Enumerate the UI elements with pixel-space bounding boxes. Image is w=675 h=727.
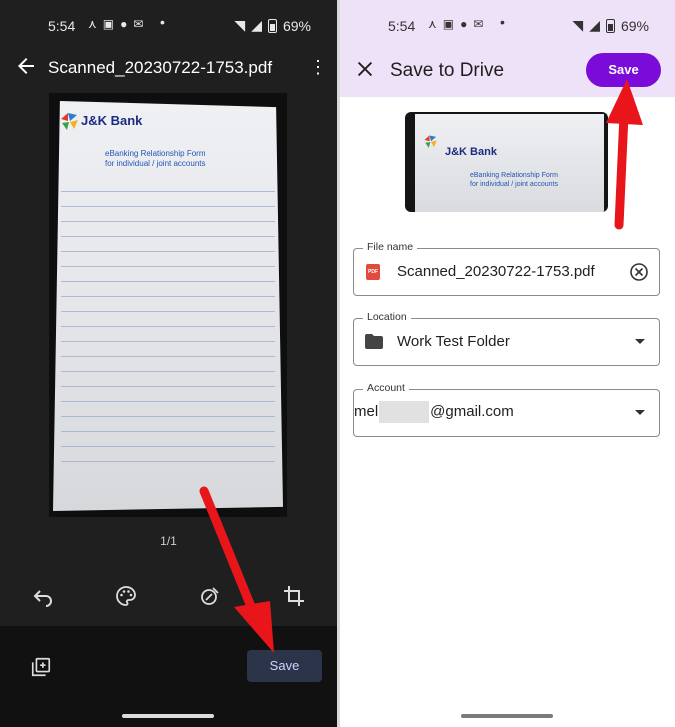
mail-icon: ✉ (133, 17, 144, 31)
bank-name: J&K Bank (81, 113, 143, 128)
back-arrow-icon[interactable] (14, 54, 38, 78)
app-notification-icon: ⋏ (88, 17, 97, 31)
scanner-preview-screen: 5:54 ⋏ ▣ ● ✉ • ◥ ◢ 69% Scanned_20230722-… (0, 0, 337, 727)
home-indicator[interactable] (461, 714, 553, 718)
file-name-field[interactable]: File name PDF Scanned_20230722-1753.pdf (353, 241, 660, 296)
battery-icon (605, 18, 615, 33)
top-app-bar: Scanned_20230722-1753.pdf ⋮ (0, 48, 337, 88)
system-icons: ◥ ◢ 69% (572, 17, 649, 34)
dialog-title: Save to Drive (390, 60, 505, 81)
signal-icon: ◢ (589, 17, 600, 33)
mail-icon: ✉ (473, 17, 484, 31)
save-to-drive-screen: 5:54 ⋏ ▣ ● ✉ • ◥ ◢ 69% Save to Drive Sav… (340, 0, 675, 727)
bank-name: J&K Bank (445, 146, 497, 158)
wifi-icon: ◥ (234, 17, 246, 33)
spotify-icon: ● (120, 17, 128, 31)
scanned-page: J&K Bank eBanking Relationship Form for … (53, 101, 283, 511)
account-select[interactable]: Account mel @gmail.com (353, 382, 660, 437)
account-value: mel @gmail.com (354, 401, 514, 423)
signal-icon: ◢ (251, 17, 262, 33)
palette-icon[interactable] (114, 584, 138, 608)
redacted-block (379, 401, 430, 423)
more-options-icon[interactable]: ⋮ (308, 56, 328, 80)
battery-icon (267, 18, 277, 33)
spotify-icon: ● (460, 17, 468, 31)
form-title: eBanking Relationship Form for individua… (470, 171, 558, 189)
notification-icons: ⋏ ▣ ● ✉ (428, 17, 483, 31)
file-name-label: File name (363, 241, 418, 253)
wifi-icon: ◥ (572, 17, 584, 33)
form-title-line1: eBanking Relationship Form (470, 172, 558, 179)
status-bar: 5:54 ⋏ ▣ ● ✉ • ◥ ◢ 69% (0, 0, 337, 48)
form-title-line2: for individual / joint accounts (105, 159, 206, 168)
account-label: Account (363, 382, 409, 394)
folder-icon (365, 334, 383, 349)
page-indicator: 1/1 (160, 534, 177, 548)
thumbnail-page: J&K Bank eBanking Relationship Form for … (415, 114, 604, 212)
battery-percent: 69% (620, 17, 649, 34)
system-icons: ◥ ◢ 69% (234, 17, 311, 34)
edit-toolbar (0, 578, 337, 614)
battery-percent: 69% (282, 17, 311, 34)
status-time: 5:54 (48, 18, 76, 34)
dropdown-arrow-icon[interactable] (635, 339, 645, 344)
document-thumbnail: J&K Bank eBanking Relationship Form for … (405, 112, 608, 212)
form-title: eBanking Relationship Form for individua… (105, 149, 206, 169)
bank-logo-icon (424, 135, 437, 148)
eraser-icon[interactable] (198, 584, 222, 608)
clear-icon[interactable] (629, 262, 649, 282)
file-name-value[interactable]: Scanned_20230722-1753.pdf (397, 263, 595, 280)
form-title-line1: eBanking Relationship Form (105, 149, 206, 158)
notification-icons: ⋏ ▣ ● ✉ (88, 17, 143, 31)
close-icon[interactable] (354, 58, 376, 80)
dropdown-arrow-icon[interactable] (635, 410, 645, 415)
location-label: Location (363, 311, 411, 323)
dialog-header: 5:54 ⋏ ▣ ● ✉ • ◥ ◢ 69% Save to Drive Sav… (340, 0, 675, 97)
scanner-notification-icon: ▣ (102, 17, 115, 31)
pdf-file-icon: PDF (366, 264, 380, 280)
form-title-line2: for individual / joint accounts (470, 181, 558, 188)
account-prefix: mel (354, 402, 379, 420)
app-notification-icon: ⋏ (428, 17, 437, 31)
location-select[interactable]: Location Work Test Folder (353, 311, 660, 366)
save-button[interactable]: Save (247, 650, 322, 682)
status-time: 5:54 (388, 18, 416, 34)
account-suffix: @gmail.com (430, 402, 514, 420)
more-notifications-dot: • (500, 14, 505, 30)
bottom-action-bar: Save (0, 626, 337, 727)
save-button[interactable]: Save (586, 53, 661, 87)
undo-icon[interactable] (31, 584, 55, 608)
form-lines (61, 191, 275, 481)
more-notifications-dot: • (160, 14, 165, 30)
document-preview: J&K Bank eBanking Relationship Form for … (49, 93, 287, 517)
crop-icon[interactable] (282, 584, 306, 608)
document-title: Scanned_20230722-1753.pdf (48, 58, 273, 77)
bank-logo-icon (61, 113, 78, 130)
scanner-notification-icon: ▣ (442, 17, 455, 31)
add-page-icon[interactable] (30, 656, 52, 678)
home-indicator[interactable] (122, 714, 214, 718)
location-value: Work Test Folder (397, 333, 510, 350)
status-bar: 5:54 ⋏ ▣ ● ✉ • ◥ ◢ 69% (340, 0, 675, 48)
